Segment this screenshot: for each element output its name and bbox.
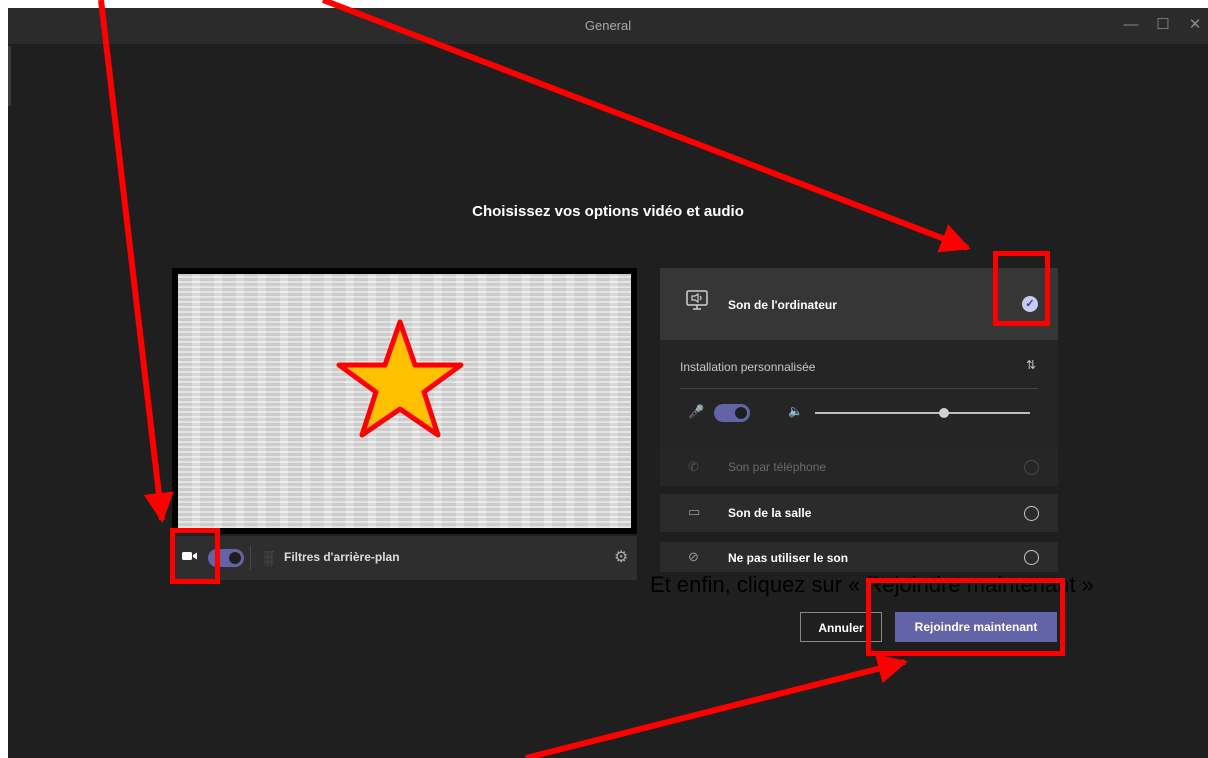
room-audio-radio[interactable] <box>1024 506 1039 521</box>
title-bar: General — ☐ ✕ <box>8 8 1208 44</box>
room-audio-option[interactable]: ▭ Son de la salle <box>660 494 1058 532</box>
no-audio-radio[interactable] <box>1024 550 1039 565</box>
page-title: Choisissez vos options vidéo et audio <box>472 203 744 220</box>
room-audio-label: Son de la salle <box>728 506 812 520</box>
maximize-icon[interactable]: ☐ <box>1152 14 1174 36</box>
minimize-icon[interactable]: — <box>1120 14 1142 36</box>
sliders-icon[interactable]: ⇅ <box>1026 358 1036 372</box>
no-audio-option[interactable]: ⊘ Ne pas utiliser le son <box>660 542 1058 572</box>
phone-icon: ✆ <box>688 459 699 474</box>
divider <box>250 546 251 570</box>
window-edge <box>8 46 11 106</box>
slider-thumb[interactable] <box>939 408 949 418</box>
video-feed <box>178 274 631 528</box>
divider <box>680 388 1038 389</box>
speaker-volume-slider[interactable] <box>815 408 1030 418</box>
close-icon[interactable]: ✕ <box>1184 14 1206 36</box>
annotation-box-checkmark <box>993 251 1050 326</box>
custom-setup-section: Installation personnalisée ⇅ 🎤 🔈 <box>660 340 1058 448</box>
no-audio-label: Ne pas utiliser le son <box>728 551 849 565</box>
computer-audio-label: Son de l'ordinateur <box>728 298 837 312</box>
video-controls-bar: ░ Filtres d'arrière-plan ⚙ <box>172 536 637 580</box>
microphone-toggle[interactable] <box>714 404 750 422</box>
phone-audio-radio[interactable] <box>1024 460 1039 475</box>
phone-audio-option[interactable]: ✆ Son par téléphone <box>660 448 1058 486</box>
custom-setup-label: Installation personnalisée <box>680 360 816 374</box>
no-audio-icon: ⊘ <box>688 549 699 564</box>
annotation-box-camera <box>170 528 220 584</box>
gear-icon[interactable]: ⚙ <box>614 547 628 567</box>
toggle-knob <box>735 407 747 419</box>
background-filters-button[interactable]: Filtres d'arrière-plan <box>284 550 400 564</box>
room-display-icon: ▭ <box>688 504 701 519</box>
video-preview <box>172 268 637 534</box>
toggle-knob <box>229 552 241 564</box>
background-filters-icon: ░ <box>264 550 274 565</box>
annotation-box-join <box>866 578 1065 656</box>
speaker-icon: 🔈 <box>788 404 803 418</box>
microphone-icon: 🎤 <box>688 404 705 419</box>
phone-audio-label: Son par téléphone <box>728 460 827 474</box>
window-title: General <box>584 18 632 33</box>
computer-speaker-icon <box>686 290 708 310</box>
